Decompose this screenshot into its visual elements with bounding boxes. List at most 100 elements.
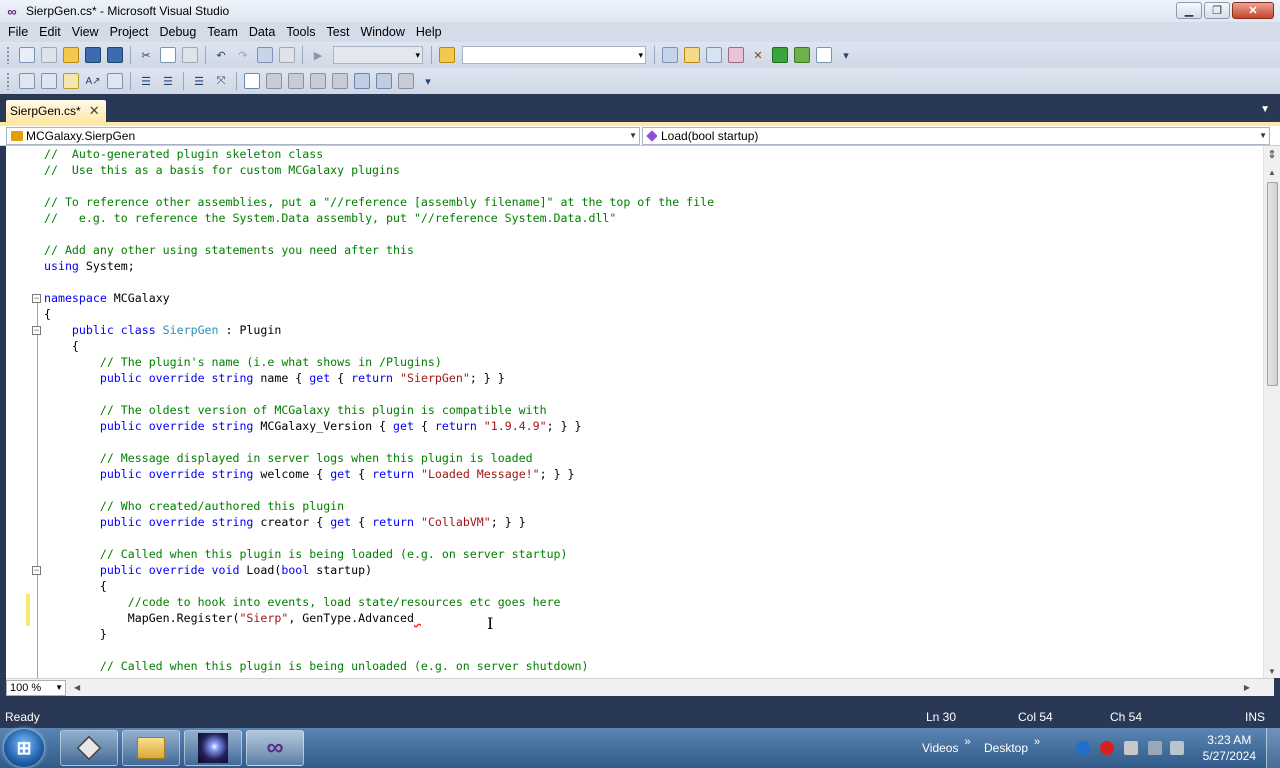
type-selector-dropdown[interactable]: MCGalaxy.SierpGen ▼ xyxy=(6,126,640,145)
stop-tray-icon[interactable] xyxy=(1100,741,1114,755)
zoom-dropdown[interactable]: 100 % ▼ xyxy=(6,679,66,696)
code-line[interactable]: MapGen.Register("Sierp", GenType.Advance… xyxy=(44,610,1258,626)
start-debugging-icon[interactable]: ▶ xyxy=(310,47,326,63)
code-line[interactable]: { xyxy=(44,306,1258,322)
code-line[interactable]: public override string welcome { get { r… xyxy=(44,466,1258,482)
paste-icon[interactable] xyxy=(182,47,198,63)
code-line[interactable]: // Called when this plugin is being unlo… xyxy=(44,658,1258,674)
code-line[interactable]: public class SierpGen : Plugin xyxy=(44,322,1258,338)
toolbar-videos[interactable]: Videos » xyxy=(922,728,971,768)
code-line[interactable]: // Add any other using statements you ne… xyxy=(44,242,1258,258)
code-line[interactable]: // To reference other assemblies, put a … xyxy=(44,194,1258,210)
navigate-backward-icon[interactable] xyxy=(257,47,273,63)
toggle-bookmark-window-icon[interactable] xyxy=(244,73,260,89)
comment-lines-icon[interactable]: ☰ xyxy=(191,73,207,89)
save-icon[interactable] xyxy=(85,47,101,63)
member-selector-dropdown[interactable]: Load(bool startup) ▼ xyxy=(642,126,1270,145)
code-line[interactable]: } xyxy=(44,626,1258,642)
toolbox-icon[interactable] xyxy=(728,47,744,63)
increase-indent-icon[interactable]: ☰ xyxy=(160,73,176,89)
scroll-right-icon[interactable]: ▶ xyxy=(1244,683,1250,692)
cut-icon[interactable]: ✂ xyxy=(138,47,154,63)
code-line[interactable]: //code to hook into events, load state/r… xyxy=(44,594,1258,610)
copy-icon[interactable] xyxy=(160,47,176,63)
network-tray-icon[interactable] xyxy=(1076,741,1090,755)
add-item-icon[interactable] xyxy=(41,47,57,63)
undo-icon[interactable]: ↶ xyxy=(213,47,229,63)
scroll-up-icon[interactable]: ▲ xyxy=(1268,168,1276,177)
menu-edit[interactable]: Edit xyxy=(35,25,65,39)
code-line[interactable]: { xyxy=(44,578,1258,594)
menu-test[interactable]: Test xyxy=(323,25,354,39)
next-bookmark-icon[interactable] xyxy=(288,73,304,89)
previous-bookmark-icon[interactable] xyxy=(266,73,282,89)
close-button[interactable]: ✕ xyxy=(1232,2,1274,19)
toolbar-options-icon[interactable]: ▾ xyxy=(420,73,436,89)
taskbar-app-visual-studio[interactable]: ∞ xyxy=(246,730,304,766)
code-text[interactable]: // Auto-generated plugin skeleton class /… xyxy=(44,146,1258,674)
solution-explorer-icon[interactable] xyxy=(662,47,678,63)
active-files-dropdown-icon[interactable]: ▼ xyxy=(1260,104,1270,115)
code-line[interactable] xyxy=(44,178,1258,194)
power-tray-icon[interactable] xyxy=(1148,741,1162,755)
code-line[interactable] xyxy=(44,226,1258,242)
menu-view[interactable]: View xyxy=(68,25,103,39)
previous-bookmark-in-folder-icon[interactable] xyxy=(310,73,326,89)
scroll-left-icon[interactable]: ◀ xyxy=(74,683,80,692)
code-line[interactable]: // Auto-generated plugin skeleton class xyxy=(44,146,1258,162)
code-line[interactable]: public override string creator { get { r… xyxy=(44,514,1258,530)
close-tab-icon[interactable]: ✕ xyxy=(89,103,100,119)
flag-tray-icon[interactable] xyxy=(1124,741,1138,755)
taskbar-app-media[interactable] xyxy=(184,730,242,766)
display-object-member-list-icon[interactable] xyxy=(19,73,35,89)
find-in-files-icon[interactable] xyxy=(439,47,455,63)
restore-button[interactable]: ❐ xyxy=(1204,2,1230,19)
toolbar-desktop[interactable]: Desktop » xyxy=(984,728,1040,768)
menu-data[interactable]: Data xyxy=(245,25,279,39)
properties-window-icon[interactable] xyxy=(684,47,700,63)
document-tab-sierpgen[interactable]: SierpGen.cs* ✕ xyxy=(6,100,106,122)
show-desktop-button[interactable] xyxy=(1266,728,1280,768)
system-clock[interactable]: 3:23 AM 5/27/2024 xyxy=(1203,732,1256,764)
code-line[interactable]: using System; xyxy=(44,258,1258,274)
taskbar-app-virtualbox[interactable] xyxy=(60,730,118,766)
decrease-indent-icon[interactable]: ☰ xyxy=(138,73,154,89)
code-line[interactable]: // The oldest version of MCGalaxy this p… xyxy=(44,402,1258,418)
code-line[interactable]: // e.g. to reference the System.Data ass… xyxy=(44,210,1258,226)
tools-icon[interactable]: ✕ xyxy=(750,47,766,63)
class-view-icon[interactable] xyxy=(794,47,810,63)
code-line[interactable]: // Who created/authored this plugin xyxy=(44,498,1258,514)
code-line[interactable]: namespace MCGalaxy xyxy=(44,290,1258,306)
code-line[interactable] xyxy=(44,274,1258,290)
code-line[interactable]: // Called when this plugin is being load… xyxy=(44,546,1258,562)
previous-bookmark-in-document-icon[interactable] xyxy=(354,73,370,89)
vertical-scrollbar[interactable]: ⇕ ▲ ▼ xyxy=(1263,146,1280,678)
redo-icon[interactable]: ↷ xyxy=(235,47,251,63)
solution-configuration-dropdown[interactable]: ▾ xyxy=(333,46,423,64)
code-line[interactable]: public override void Load(bool startup) xyxy=(44,562,1258,578)
menu-help[interactable]: Help xyxy=(412,25,446,39)
start-button[interactable]: ⊞ xyxy=(4,729,44,767)
object-browser-icon[interactable] xyxy=(706,47,722,63)
navigate-forward-icon[interactable] xyxy=(279,47,295,63)
display-quick-info-icon[interactable] xyxy=(63,73,79,89)
scroll-thumb[interactable] xyxy=(1267,182,1278,386)
menu-debug[interactable]: Debug xyxy=(155,25,200,39)
next-bookmark-in-folder-icon[interactable] xyxy=(332,73,348,89)
collapse-class-icon[interactable]: − xyxy=(32,326,41,335)
code-line[interactable]: // Use this as a basis for custom MCGala… xyxy=(44,162,1258,178)
menu-tools[interactable]: Tools xyxy=(282,25,319,39)
code-line[interactable] xyxy=(44,386,1258,402)
find-combo[interactable]: ▾ xyxy=(462,46,646,64)
menu-team[interactable]: Team xyxy=(203,25,242,39)
display-word-completion-icon[interactable]: A↗ xyxy=(85,73,101,89)
collapse-namespace-icon[interactable]: − xyxy=(32,294,41,303)
code-line[interactable]: // Message displayed in server logs when… xyxy=(44,450,1258,466)
volume-tray-icon[interactable] xyxy=(1170,741,1184,755)
code-line[interactable]: // The plugin's name (i.e what shows in … xyxy=(44,354,1258,370)
minimize-button[interactable]: ▁ xyxy=(1176,2,1202,19)
new-project-icon[interactable] xyxy=(19,47,35,63)
code-line[interactable] xyxy=(44,434,1258,450)
clear-bookmarks-icon[interactable] xyxy=(398,73,414,89)
code-editor[interactable]: − − − // Auto-generated plugin skeleton … xyxy=(0,146,1280,678)
